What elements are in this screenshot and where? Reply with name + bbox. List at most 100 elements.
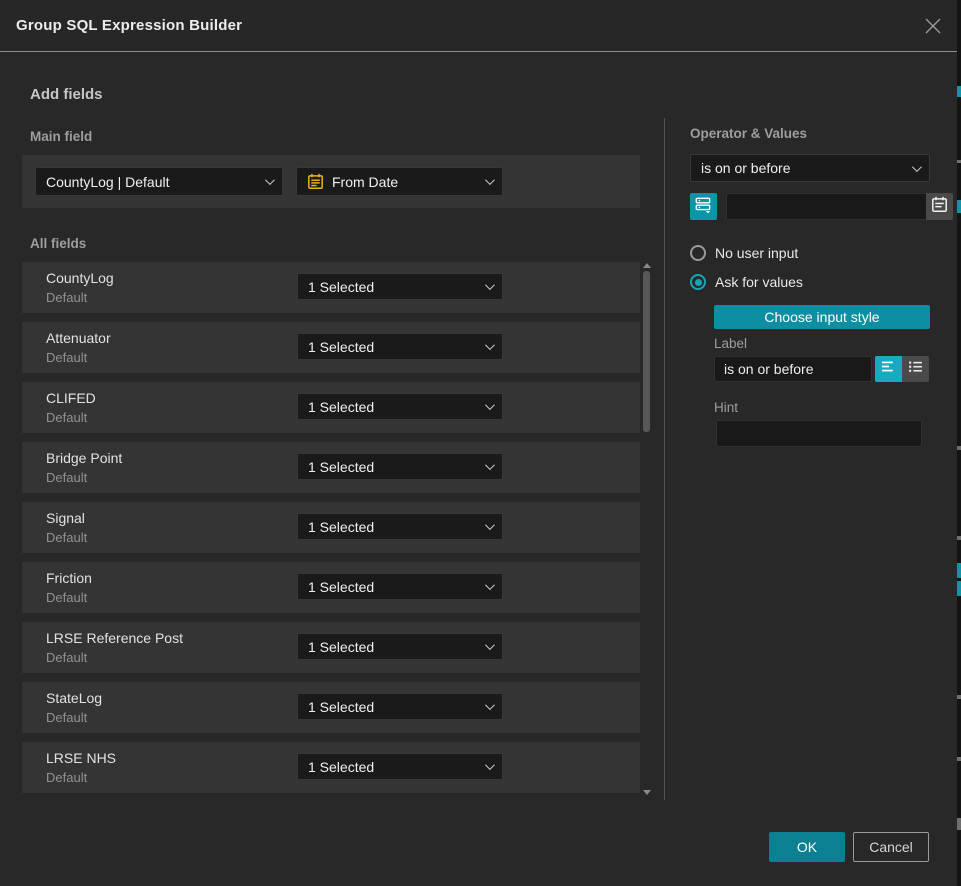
group-sql-expression-builder-dialog: Group SQL Expression Builder Add fields … xyxy=(0,0,957,886)
field-values-select-value: 1 Selected xyxy=(308,339,477,355)
date-picker-button[interactable] xyxy=(926,193,953,220)
list-input-style-button[interactable] xyxy=(902,356,929,382)
scrollbar-thumb[interactable] xyxy=(643,271,650,432)
align-left-icon xyxy=(881,359,896,379)
field-row: CLIFED Default 1 Selected xyxy=(22,382,640,433)
field-type: Default xyxy=(46,710,87,725)
unique-values-button[interactable] xyxy=(690,193,717,220)
label-input[interactable] xyxy=(714,356,872,382)
backdrop-fragment xyxy=(957,581,961,596)
field-values-select[interactable]: 1 Selected xyxy=(297,753,503,780)
no-user-input-label: No user input xyxy=(715,245,798,261)
field-values-select-value: 1 Selected xyxy=(308,579,477,595)
ask-for-values-option[interactable]: Ask for values xyxy=(690,274,803,290)
field-name: Signal xyxy=(46,510,85,526)
field-row: Bridge Point Default 1 Selected xyxy=(22,442,640,493)
dialog-title: Group SQL Expression Builder xyxy=(16,17,242,34)
field-type: Default xyxy=(46,650,87,665)
backdrop-fragment xyxy=(957,200,961,213)
field-name: Bridge Point xyxy=(46,450,122,466)
main-field-select[interactable]: CountyLog | Default xyxy=(35,167,283,196)
backdrop-fragment xyxy=(957,563,961,578)
ask-for-values-label: Ask for values xyxy=(715,274,803,290)
field-values-select[interactable]: 1 Selected xyxy=(297,633,503,660)
chevron-down-icon xyxy=(485,760,495,770)
field-values-select[interactable]: 1 Selected xyxy=(297,453,503,480)
radio-unselected-icon xyxy=(690,245,706,261)
all-fields-label: All fields xyxy=(30,236,86,251)
chevron-down-icon xyxy=(485,280,495,290)
field-values-select-value: 1 Selected xyxy=(308,639,477,655)
field-values-select[interactable]: 1 Selected xyxy=(297,273,503,300)
column-divider xyxy=(664,118,665,800)
operator-select-value: is on or before xyxy=(701,160,904,176)
operator-values-label: Operator & Values xyxy=(690,126,807,141)
field-type: Default xyxy=(46,590,87,605)
field-row: Signal Default 1 Selected xyxy=(22,502,640,553)
choose-input-style-button[interactable]: Choose input style xyxy=(714,305,930,329)
backdrop-fragment xyxy=(957,757,961,761)
field-type: Default xyxy=(46,770,87,785)
backdrop-fragment xyxy=(957,536,961,540)
date-field-select-value: From Date xyxy=(332,174,469,190)
date-value-input[interactable] xyxy=(726,193,926,220)
radio-selected-icon xyxy=(690,274,706,290)
field-values-select[interactable]: 1 Selected xyxy=(297,573,503,600)
cancel-button[interactable]: Cancel xyxy=(853,832,929,862)
main-field-panel: CountyLog | Default From Date xyxy=(22,155,640,208)
field-values-select[interactable]: 1 Selected xyxy=(297,693,503,720)
chevron-down-icon xyxy=(485,460,495,470)
backdrop-fragment xyxy=(957,446,961,450)
field-row: LRSE Reference Post Default 1 Selected xyxy=(22,622,640,673)
no-user-input-option[interactable]: No user input xyxy=(690,245,798,261)
dialog-titlebar: Group SQL Expression Builder xyxy=(0,0,957,52)
field-type: Default xyxy=(46,350,87,365)
field-values-select-value: 1 Selected xyxy=(308,759,477,775)
chevron-down-icon xyxy=(485,400,495,410)
scrollbar-down-arrow-icon[interactable] xyxy=(643,790,651,795)
close-icon[interactable] xyxy=(923,16,943,36)
chevron-down-icon xyxy=(485,640,495,650)
field-values-select[interactable]: 1 Selected xyxy=(297,333,503,360)
label-input-row xyxy=(714,356,929,382)
hint-field-label: Hint xyxy=(714,400,738,415)
field-values-select-value: 1 Selected xyxy=(308,459,477,475)
field-row: CountyLog Default 1 Selected xyxy=(22,262,640,313)
field-values-select-value: 1 Selected xyxy=(308,279,477,295)
field-type: Default xyxy=(46,410,87,425)
calendar-icon xyxy=(931,196,948,218)
field-name: LRSE NHS xyxy=(46,750,116,766)
add-fields-heading: Add fields xyxy=(30,86,103,103)
backdrop-fragment xyxy=(957,160,961,163)
field-name: Attenuator xyxy=(46,330,111,346)
bulleted-list-icon xyxy=(908,359,923,379)
main-field-label: Main field xyxy=(30,129,92,144)
backdrop-fragment xyxy=(957,695,961,699)
ok-button[interactable]: OK xyxy=(769,832,845,862)
field-values-select[interactable]: 1 Selected xyxy=(297,393,503,420)
field-row: LRSE NHS Default 1 Selected xyxy=(22,742,640,793)
backdrop-fragment xyxy=(957,86,961,97)
list-scrollbar[interactable] xyxy=(641,263,653,795)
field-values-select-value: 1 Selected xyxy=(308,699,477,715)
chevron-down-icon xyxy=(912,162,922,172)
operator-select[interactable]: is on or before xyxy=(690,154,930,182)
date-field-select[interactable]: From Date xyxy=(296,167,503,196)
field-values-select[interactable]: 1 Selected xyxy=(297,513,503,540)
chevron-down-icon xyxy=(265,175,275,185)
field-row: StateLog Default 1 Selected xyxy=(22,682,640,733)
chevron-down-icon xyxy=(485,340,495,350)
label-field-label: Label xyxy=(714,336,747,351)
field-type: Default xyxy=(46,470,87,485)
backdrop-edge-strip xyxy=(957,0,961,886)
field-name: StateLog xyxy=(46,690,102,706)
hint-input[interactable] xyxy=(716,420,922,447)
field-row: Friction Default 1 Selected xyxy=(22,562,640,613)
chevron-down-icon xyxy=(485,175,495,185)
backdrop-fragment xyxy=(957,818,961,830)
field-name: CountyLog xyxy=(46,270,114,286)
field-name: Friction xyxy=(46,570,92,586)
single-input-style-button[interactable] xyxy=(875,356,902,382)
all-fields-list: CountyLog Default 1 Selected Attenuator … xyxy=(22,262,640,802)
scrollbar-up-arrow-icon[interactable] xyxy=(643,263,651,268)
